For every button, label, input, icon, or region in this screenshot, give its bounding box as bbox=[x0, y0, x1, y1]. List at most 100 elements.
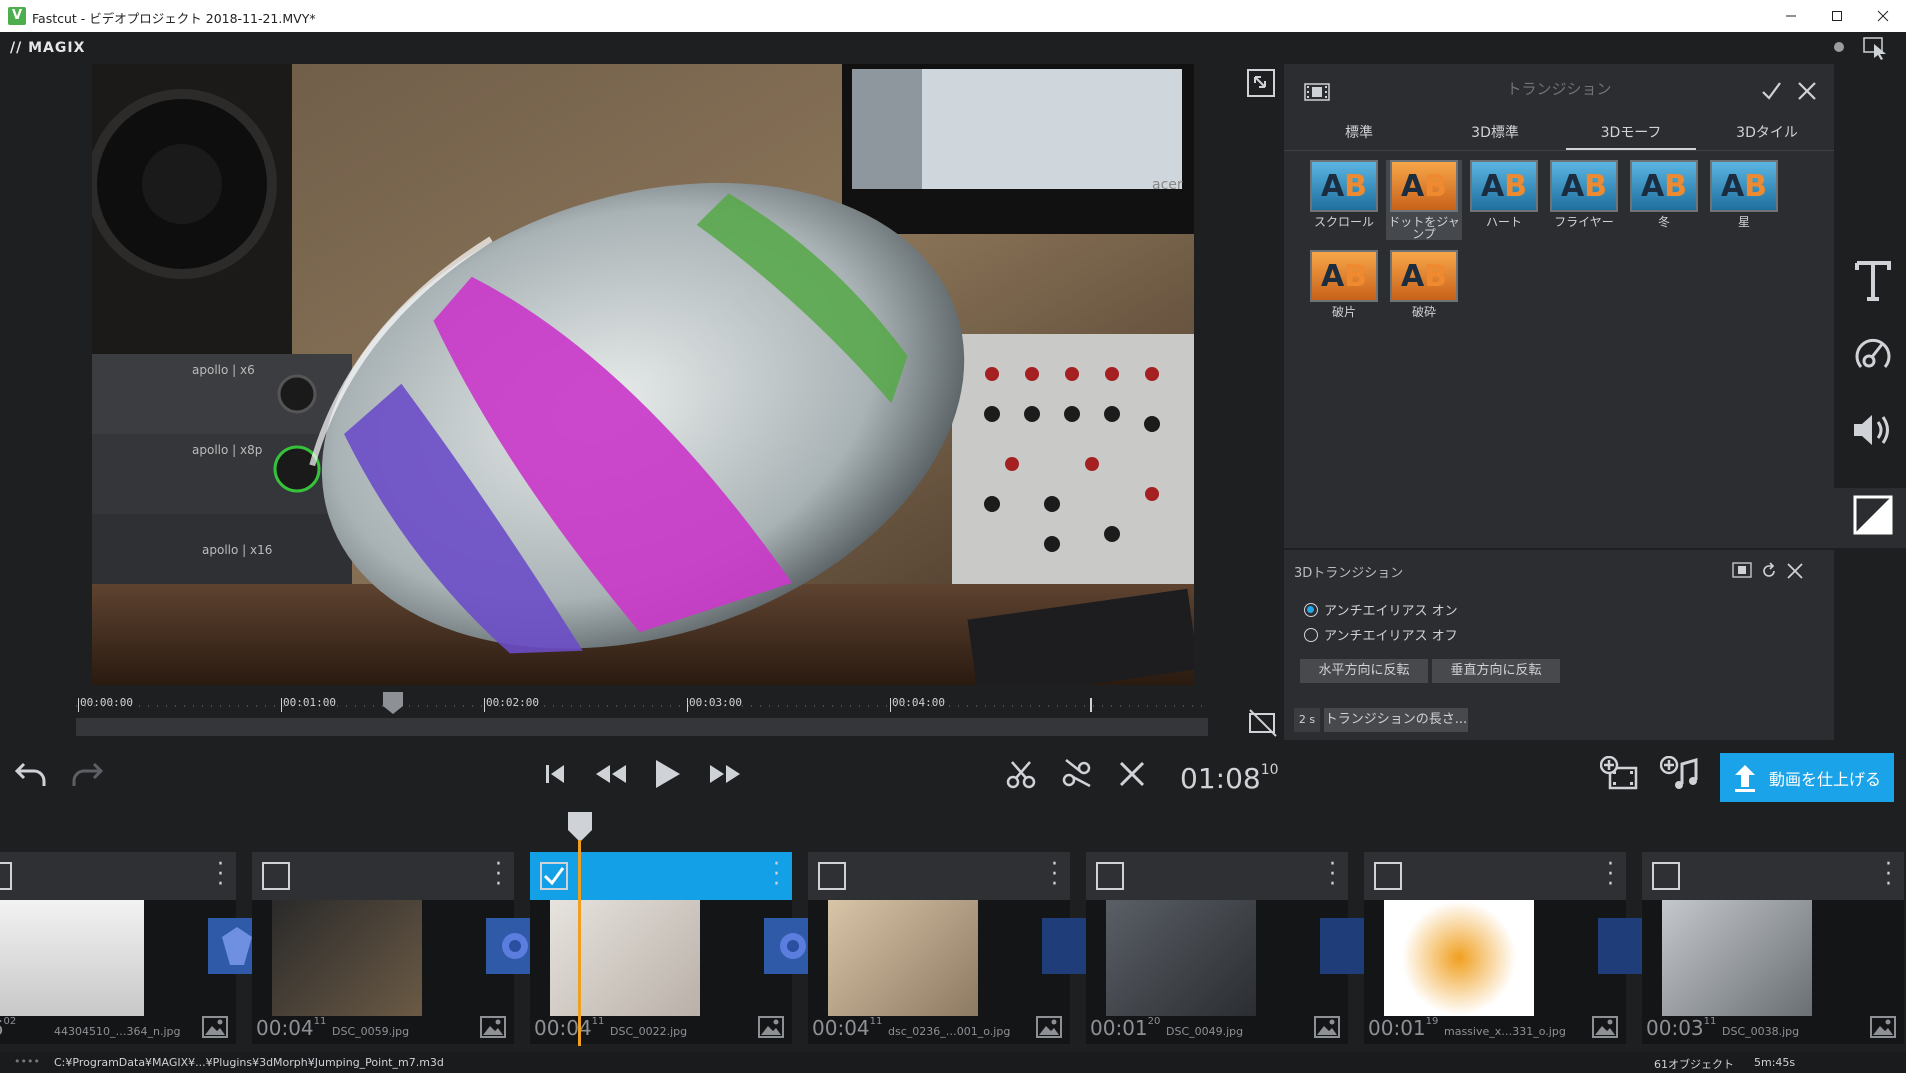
transition-effect-6[interactable]: AB 破片 bbox=[1306, 250, 1382, 330]
clip-2[interactable]: · · · 00:0411 DSC_0022.jpg bbox=[530, 852, 792, 1044]
clip-duration-frames: 11 bbox=[869, 1016, 883, 1027]
clip-6[interactable]: · · · 00:0311 DSC_0038.jpg bbox=[1642, 852, 1904, 1044]
clip-filename: dsc_0236_…001_o.jpg bbox=[888, 1025, 1011, 1038]
magix-logo: // MAGIX bbox=[10, 40, 86, 56]
finish-video-label: 動画を仕上げる bbox=[1768, 769, 1881, 789]
go-to-start-button[interactable] bbox=[544, 762, 566, 786]
finish-video-button[interactable]: 動画を仕上げる bbox=[1720, 753, 1894, 802]
duration-value: 2 s bbox=[1294, 708, 1320, 732]
settings-preview-button[interactable] bbox=[1732, 562, 1752, 578]
clip-checkbox[interactable] bbox=[1652, 862, 1680, 890]
transition-effect-5[interactable]: AB 星 bbox=[1706, 160, 1782, 240]
add-media-button[interactable] bbox=[1600, 756, 1640, 792]
trim-button[interactable] bbox=[1060, 758, 1094, 790]
reset-button[interactable] bbox=[1760, 562, 1778, 580]
clip-duration-frames: 19 bbox=[1425, 1016, 1439, 1027]
tab-3[interactable]: 3Dタイル bbox=[1702, 122, 1832, 142]
fast-forward-button[interactable] bbox=[708, 762, 742, 786]
minimize-button[interactable] bbox=[1768, 0, 1814, 32]
skip-start-icon bbox=[546, 765, 564, 783]
maximize-button[interactable] bbox=[1814, 0, 1860, 32]
side-toolbar bbox=[1834, 64, 1906, 740]
split-clip-button[interactable] bbox=[1004, 758, 1038, 790]
clip-checkbox[interactable] bbox=[818, 862, 846, 890]
clip-filename: massive_x…331_o.jpg bbox=[1444, 1025, 1566, 1038]
confirm-button[interactable] bbox=[1760, 80, 1782, 102]
safe-area-toggle[interactable] bbox=[1248, 708, 1278, 738]
transition-effect-4[interactable]: AB 冬 bbox=[1626, 160, 1702, 240]
transition-effect-0[interactable]: AB スクロール bbox=[1306, 160, 1382, 240]
transition-effect-label: 星 bbox=[1737, 215, 1750, 229]
video-preview[interactable]: acer apollo | x6 apollo | x8p apollo | x… bbox=[92, 64, 1194, 685]
clip-checkbox[interactable] bbox=[0, 862, 12, 890]
tab-1[interactable]: 3D標準 bbox=[1430, 122, 1560, 142]
svg-text:apollo | x6: apollo | x6 bbox=[192, 363, 255, 377]
status-dot-icon bbox=[1834, 42, 1844, 52]
more-options-icon[interactable]: · · · bbox=[1607, 854, 1614, 896]
rewind-button[interactable] bbox=[594, 762, 628, 786]
clip-checkbox[interactable] bbox=[262, 862, 290, 890]
preview-timeline-ruler[interactable]: 00:00:00 00:01:00 00:02:00 00:03:00 00:04:00 bbox=[76, 686, 1208, 738]
clip-header: · · · bbox=[252, 852, 514, 900]
add-music-icon bbox=[1660, 756, 1698, 789]
transition-tool-button[interactable] bbox=[1848, 490, 1898, 540]
transition-effect-1[interactable]: AB ドットをジャンプ bbox=[1386, 160, 1462, 240]
transition-duration-button[interactable]: トランジションの長さ... bbox=[1324, 708, 1468, 732]
fullscreen-button[interactable] bbox=[1246, 68, 1276, 98]
antialias-off-radio[interactable]: アンチエイリアス オフ bbox=[1304, 625, 1458, 644]
flip-horizontal-button[interactable]: 水平方向に反転 bbox=[1300, 659, 1428, 683]
rewind-icon bbox=[596, 765, 626, 783]
delete-clip-button[interactable] bbox=[1118, 760, 1146, 788]
more-options-icon[interactable]: · · · bbox=[1051, 854, 1058, 896]
flip-vertical-button[interactable]: 垂直方向に反転 bbox=[1432, 659, 1560, 683]
more-options-icon[interactable]: · · · bbox=[495, 854, 502, 896]
transition-effect-7[interactable]: AB 破砕 bbox=[1386, 250, 1462, 330]
more-options-icon[interactable]: · · · bbox=[217, 854, 224, 896]
transition-effect-2[interactable]: AB ハート bbox=[1466, 160, 1542, 240]
clip-header: · · · bbox=[1086, 852, 1348, 900]
tab-0[interactable]: 標準 bbox=[1294, 122, 1424, 142]
clip-checkbox[interactable] bbox=[1096, 862, 1124, 890]
effects-tool-button[interactable] bbox=[1848, 330, 1898, 380]
clip-1[interactable]: · · · 00:0411 DSC_0059.jpg bbox=[252, 852, 514, 1044]
image-icon bbox=[1036, 1016, 1062, 1038]
check-icon bbox=[1762, 82, 1781, 100]
timeline-playhead[interactable] bbox=[568, 812, 592, 842]
pointer-mode-button[interactable] bbox=[1862, 36, 1888, 60]
clip-duration-main: 00:01 bbox=[1090, 1016, 1148, 1040]
clip-duration-frames: 11 bbox=[1703, 1016, 1717, 1027]
clip-duration-frames: 20 bbox=[1147, 1016, 1161, 1027]
redo-button[interactable] bbox=[70, 758, 104, 788]
close-window-button[interactable] bbox=[1860, 0, 1906, 32]
undo-button[interactable] bbox=[14, 758, 48, 788]
clip-duration-frames: 02 bbox=[3, 1016, 17, 1027]
clip-0[interactable]: ··· 0602 44304510_…364_n.jpg bbox=[0, 852, 236, 1044]
title-tool-button[interactable] bbox=[1848, 255, 1898, 305]
radio-selected-icon bbox=[1304, 602, 1318, 617]
timecode-display: 01:0810 bbox=[1180, 762, 1279, 795]
tab-2[interactable]: 3Dモーフ bbox=[1566, 122, 1696, 150]
add-music-button[interactable] bbox=[1660, 756, 1700, 792]
play-button[interactable] bbox=[654, 758, 682, 790]
clip-3[interactable]: · · · 00:0411 dsc_0236_…001_o.jpg bbox=[808, 852, 1070, 1044]
preview-playhead[interactable] bbox=[382, 692, 403, 714]
clip-checkbox[interactable] bbox=[1374, 862, 1402, 890]
audio-tool-button[interactable] bbox=[1848, 405, 1898, 455]
clip-duration: 00:0411 bbox=[812, 1016, 882, 1040]
clip-5[interactable]: · · · 00:0119 massive_x…331_o.jpg bbox=[1364, 852, 1626, 1044]
ruler-tick-label: 00:01:00 bbox=[283, 696, 336, 709]
close-settings-button[interactable] bbox=[1786, 562, 1804, 580]
more-options-icon[interactable]: · · · bbox=[773, 854, 780, 896]
ab-icon: AB bbox=[1400, 258, 1448, 294]
more-options-icon[interactable]: · · · bbox=[1329, 854, 1336, 896]
antialias-on-radio[interactable]: アンチエイリアス オン bbox=[1304, 600, 1458, 619]
clip-thumbnail bbox=[272, 900, 422, 1016]
clip-4[interactable]: · · · 00:0120 DSC_0049.jpg bbox=[1086, 852, 1348, 1044]
clip-checkbox[interactable] bbox=[540, 862, 568, 890]
clip-duration-main: 00:03 bbox=[1646, 1016, 1704, 1040]
clip-filename: DSC_0059.jpg bbox=[332, 1025, 410, 1038]
play-icon bbox=[656, 760, 680, 788]
close-panel-button[interactable] bbox=[1796, 80, 1818, 102]
transition-effect-3[interactable]: AB フライヤー bbox=[1546, 160, 1622, 240]
more-options-icon[interactable]: · · · bbox=[1885, 854, 1892, 896]
